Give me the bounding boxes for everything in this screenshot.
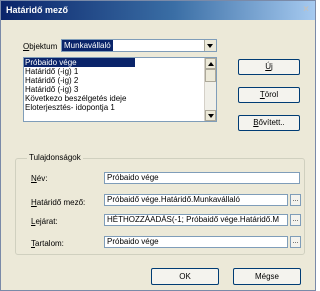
vertical-scrollbar[interactable] <box>204 58 216 121</box>
expand-button[interactable]: Bővített.. <box>238 115 300 131</box>
new-button[interactable]: Új <box>238 59 300 75</box>
scroll-down-button[interactable] <box>205 110 216 121</box>
objektum-selected-value: Munkavállaló <box>62 40 113 51</box>
arrow-down-icon <box>208 114 214 118</box>
deadline-field-label: Határidő mező: <box>31 198 86 207</box>
scroll-thumb[interactable] <box>205 69 216 82</box>
window-title: Határidő mező <box>6 5 69 15</box>
expiry-label: Lejárat: <box>31 217 58 226</box>
scroll-up-button[interactable] <box>205 58 216 69</box>
delete-button[interactable]: Törol <box>238 87 300 103</box>
name-label: Név: <box>31 174 48 183</box>
objektum-label: Objektum <box>23 42 58 51</box>
dropdown-button[interactable] <box>204 40 216 51</box>
dialog-window: Határidő mező × Objektum Munkavállaló Pr… <box>0 0 316 291</box>
chevron-down-icon <box>207 44 213 48</box>
deadline-browse-button[interactable]: ... <box>290 194 301 206</box>
cancel-button[interactable]: Mégse <box>233 268 301 285</box>
ok-button[interactable]: OK <box>151 268 219 285</box>
close-icon[interactable]: × <box>299 3 313 16</box>
objektum-dropdown[interactable]: Munkavállaló <box>61 39 217 52</box>
content-browse-button[interactable]: ... <box>290 236 301 248</box>
list-item[interactable]: Következo beszélgetés ideje <box>24 94 204 103</box>
name-field[interactable]: Próbaido vége <box>104 172 300 184</box>
field-listbox[interactable]: Próbaido vége Határidő (-ig) 1 Határidő … <box>23 57 217 122</box>
list-item[interactable]: Határidő (-ig) 3 <box>24 85 204 94</box>
list-item[interactable]: Határidő (-ig) 1 <box>24 67 204 76</box>
field-list-items: Próbaido vége Határidő (-ig) 1 Határidő … <box>24 58 204 112</box>
properties-group-title: Tulajdonságok <box>27 153 83 162</box>
list-item[interactable]: Határidő (-ig) 2 <box>24 76 204 85</box>
deadline-field[interactable]: Próbaidő vége.Határidő.Munkavállaló <box>104 194 288 206</box>
title-bar[interactable]: Határidő mező × <box>1 1 315 20</box>
expiry-field[interactable]: HÉTHOZZÁADÁS(-1; Próbaidő vége.Határidő.… <box>104 214 288 226</box>
expiry-browse-button[interactable]: ... <box>290 214 301 226</box>
content-label: Tartalom: <box>31 239 64 248</box>
list-item-selected[interactable]: Próbaido vége <box>24 58 135 67</box>
arrow-up-icon <box>208 62 214 66</box>
list-item[interactable]: Eloterjesztés- idopontja 1 <box>24 103 204 112</box>
content-field[interactable]: Próbaido vége <box>104 236 288 248</box>
